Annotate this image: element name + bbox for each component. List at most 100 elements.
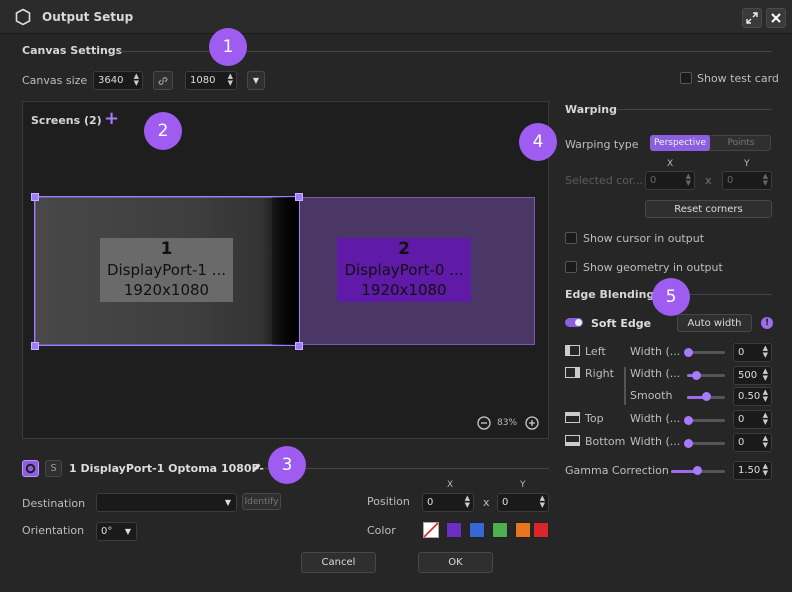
identify-button[interactable]: Identify [242, 493, 281, 510]
top-edge-icon [565, 412, 580, 423]
screen-resolution: 1920x1080 [361, 281, 447, 299]
spin-arrows-icon[interactable]: ▲ ▼ [763, 412, 768, 426]
slider-knob[interactable] [692, 371, 701, 380]
destination-label: Destination [22, 497, 86, 510]
callout-badge: 4 [519, 123, 557, 161]
info-icon[interactable]: ! [761, 317, 773, 329]
right-width-input[interactable]: 500 ▲ ▼ [733, 366, 772, 385]
corner-y-input[interactable]: 0 ▲ ▼ [722, 171, 772, 190]
warping-x-header: X [667, 159, 674, 169]
tab-points[interactable]: Points [711, 135, 771, 151]
top-width-value: 0 [738, 414, 745, 425]
left-edge-icon [565, 345, 580, 356]
slider-knob[interactable] [684, 439, 693, 448]
color-swatch-red[interactable] [533, 522, 549, 538]
auto-width-button[interactable]: Auto width [677, 314, 752, 332]
resize-handle[interactable] [295, 193, 303, 201]
color-label: Color [367, 524, 396, 537]
left-width-value: 0 [738, 347, 745, 358]
identify-label: Identify [244, 496, 279, 507]
smooth-input[interactable]: 0.50 ▲ ▼ [733, 387, 772, 406]
canvas-settings-title: Canvas Settings [22, 44, 123, 57]
spin-arrows-icon[interactable]: ▲ ▼ [763, 345, 768, 359]
color-swatch-green[interactable] [492, 522, 508, 538]
resize-handle[interactable] [31, 193, 39, 201]
slider-knob[interactable] [693, 466, 702, 475]
spin-arrows-icon[interactable]: ▲ ▼ [134, 73, 139, 87]
color-swatch-blue[interactable] [469, 522, 485, 538]
spin-arrows-icon[interactable]: ▲ ▼ [540, 495, 545, 509]
canvas-width-input[interactable]: 3640 ▲ ▼ [93, 71, 143, 90]
right-width-label: Width (... [630, 367, 681, 380]
spin-arrows-icon[interactable]: ▲ ▼ [763, 463, 768, 477]
show-geometry-checkbox[interactable] [565, 261, 577, 273]
zoom-out-icon[interactable] [477, 416, 491, 430]
gamma-input[interactable]: 1.50 ▲ ▼ [733, 461, 772, 480]
zoom-level: 83% [497, 418, 518, 428]
bottom-width-value: 0 [738, 437, 745, 448]
right-edge-icon [565, 367, 580, 378]
reset-corners-button[interactable]: Reset corners [645, 200, 772, 218]
left-width-input[interactable]: 0 ▲ ▼ [733, 343, 772, 362]
slider-knob[interactable] [702, 392, 711, 401]
link-icon [158, 76, 168, 85]
right-group-bracket [624, 367, 626, 405]
circle-icon [25, 463, 36, 474]
top-width-input[interactable]: 0 ▲ ▼ [733, 410, 772, 429]
cancel-button[interactable]: Cancel [301, 552, 376, 573]
solo-toggle-button[interactable]: S [45, 460, 62, 477]
close-button[interactable] [766, 8, 786, 28]
spin-arrows-icon[interactable]: ▲ ▼ [763, 368, 768, 382]
add-screen-button[interactable]: + [104, 110, 119, 128]
callout-badge: 2 [144, 112, 182, 150]
warping-y-header: Y [744, 159, 750, 169]
show-cursor-checkbox[interactable] [565, 232, 577, 244]
reset-corners-label: Reset corners [674, 203, 743, 215]
spin-arrows-icon[interactable]: ▲ ▼ [763, 173, 768, 187]
expand-icon [746, 12, 758, 24]
maximize-button[interactable] [742, 8, 762, 28]
spin-arrows-icon[interactable]: ▲ ▼ [686, 173, 691, 187]
color-swatch-purple[interactable] [446, 522, 462, 538]
no-color-swatch[interactable] [423, 522, 439, 538]
zoom-in-icon[interactable] [525, 416, 539, 430]
color-swatch-orange[interactable] [515, 522, 531, 538]
position-x-header: X [447, 480, 454, 490]
pencil-icon[interactable] [251, 462, 262, 473]
resize-handle[interactable] [295, 342, 303, 350]
show-cursor-label: Show cursor in output [583, 232, 705, 245]
position-y-header: Y [520, 480, 526, 490]
spin-arrows-icon[interactable]: ▲ ▼ [465, 495, 470, 509]
canvas-preset-dropdown[interactable]: ▼ [247, 71, 265, 90]
resize-handle[interactable] [31, 342, 39, 350]
link-button[interactable] [153, 71, 173, 90]
position-y-value: 0 [502, 497, 509, 508]
orientation-select[interactable]: 0° ▼ [96, 522, 137, 541]
slider-knob[interactable] [684, 348, 693, 357]
selection-outline [34, 196, 300, 346]
spin-arrows-icon[interactable]: ▲ ▼ [763, 389, 768, 403]
slider-knob[interactable] [684, 416, 693, 425]
title-bar: Output Setup [0, 0, 792, 34]
corner-separator: x [705, 174, 712, 187]
tab-perspective[interactable]: Perspective [650, 135, 710, 151]
destination-select[interactable]: ▼ [96, 493, 237, 512]
corner-x-input[interactable]: 0 ▲ ▼ [645, 171, 695, 190]
bottom-width-input[interactable]: 0 ▲ ▼ [733, 433, 772, 452]
soft-edge-label: Soft Edge [591, 317, 652, 330]
spin-arrows-icon[interactable]: ▲ ▼ [763, 435, 768, 449]
window-title: Output Setup [42, 10, 134, 24]
position-y-input[interactable]: 0 ▲ ▼ [497, 493, 549, 512]
corner-x-value: 0 [650, 175, 657, 186]
show-test-card-checkbox[interactable] [680, 72, 692, 84]
screens-title: Screens (2) [31, 114, 102, 127]
output-toggle-button[interactable]: O [22, 460, 39, 477]
soft-edge-toggle[interactable] [565, 318, 583, 327]
right-label: Right [585, 367, 614, 380]
position-x-input[interactable]: 0 ▲ ▼ [422, 493, 474, 512]
ok-button[interactable]: OK [418, 552, 493, 573]
spin-arrows-icon[interactable]: ▲ ▼ [228, 73, 233, 87]
show-geometry-label: Show geometry in output [583, 261, 723, 274]
canvas-height-input[interactable]: 1080 ▲ ▼ [185, 71, 237, 90]
smooth-label: Smooth [630, 389, 673, 402]
